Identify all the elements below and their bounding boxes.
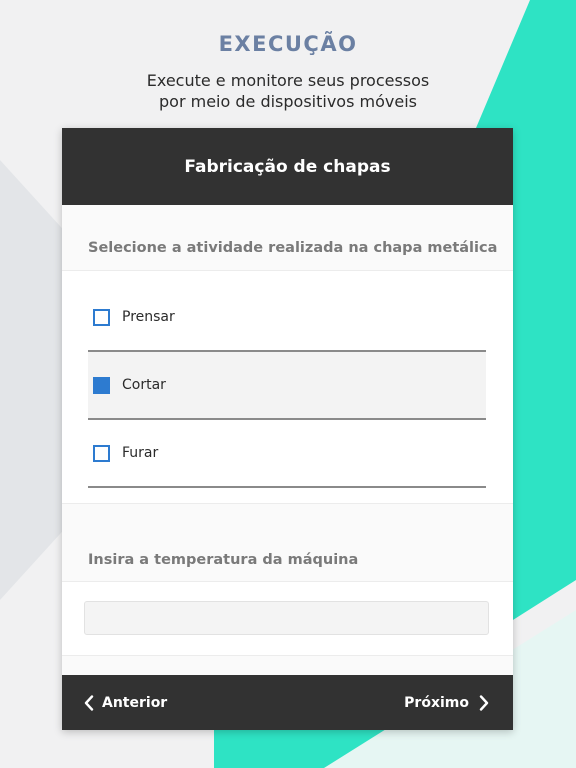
card-header: Fabricação de chapas (62, 128, 513, 205)
temperature-input[interactable] (84, 601, 489, 635)
question-temperature: Insira a temperatura da máquina (88, 552, 359, 568)
hero-title: EXECUÇÃO (218, 32, 358, 56)
option-prensar[interactable]: Prensar (88, 284, 486, 352)
checkbox-prensar[interactable] (93, 308, 110, 326)
previous-button[interactable]: Anterior (84, 675, 167, 730)
card-footer: Anterior Próximo (62, 675, 513, 730)
next-button[interactable]: Próximo (404, 675, 489, 730)
card-header-title: Fabricação de chapas (184, 156, 391, 177)
hero-subtitle: Execute e monitore seus processos por me… (88, 70, 488, 112)
hero-subtitle-line2: por meio de dispositivos móveis (159, 92, 417, 111)
chevron-left-icon (84, 694, 94, 711)
option-furar[interactable]: Furar (88, 420, 486, 488)
checkbox-furar[interactable] (93, 444, 110, 462)
next-button-label: Próximo (404, 694, 469, 711)
activity-options-panel: Prensar Cortar Furar (62, 270, 513, 504)
question-activity: Selecione a atividade realizada na chapa… (88, 240, 498, 256)
option-label-prensar: Prensar (122, 309, 175, 325)
hero-subtitle-line1: Execute e monitore seus processos (146, 71, 430, 90)
checkbox-cortar[interactable] (93, 376, 110, 394)
temperature-input-panel (62, 581, 513, 656)
chevron-right-icon (479, 694, 489, 711)
option-label-furar: Furar (122, 445, 159, 461)
previous-button-label: Anterior (102, 694, 168, 711)
option-cortar[interactable]: Cortar (88, 352, 486, 420)
option-label-cortar: Cortar (122, 377, 166, 393)
form-card: Fabricação de chapas Selecione a ativida… (62, 128, 513, 730)
